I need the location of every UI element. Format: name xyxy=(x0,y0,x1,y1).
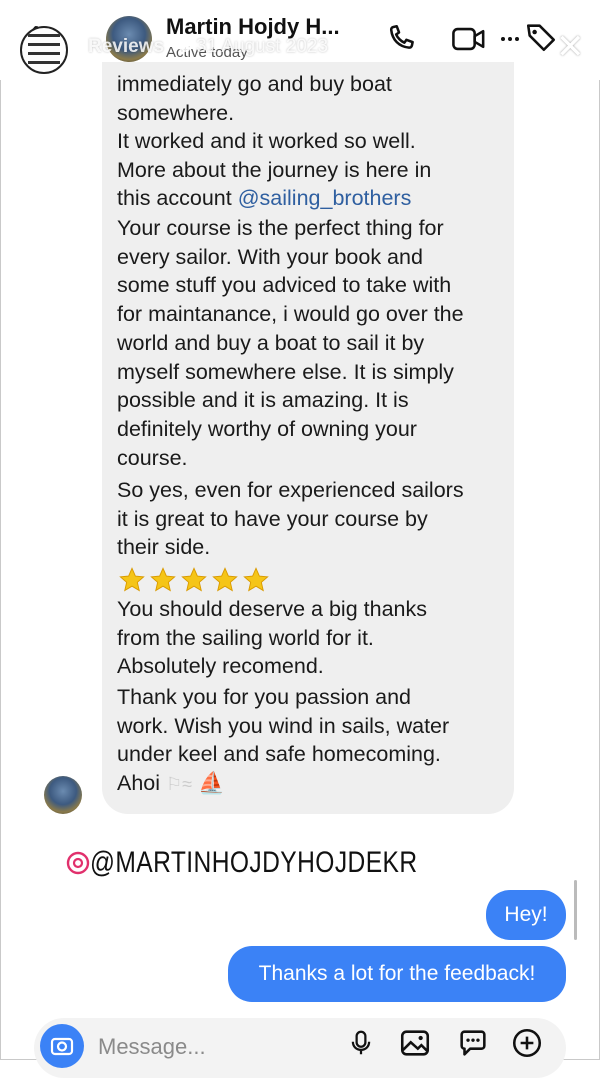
message-paragraph: immediately go and buy boat somewhere. xyxy=(117,72,392,125)
message-paragraph: It worked and it worked so well. More ab… xyxy=(117,127,507,213)
scrollbar[interactable] xyxy=(574,880,577,940)
story-date: 31 August 2023 xyxy=(196,36,329,57)
message-input[interactable] xyxy=(98,1030,318,1064)
more-icon[interactable] xyxy=(498,22,522,56)
message-paragraph: Your course is the perfect thing for eve… xyxy=(117,216,464,470)
star-icon xyxy=(243,567,269,592)
story-avatar[interactable] xyxy=(20,26,68,74)
star-icon xyxy=(212,567,238,592)
story-highlight-label: Reviews xyxy=(88,36,165,57)
mention-link[interactable]: @sailing_brothers xyxy=(238,186,412,210)
video-icon[interactable] xyxy=(450,22,488,56)
verified-icon xyxy=(178,38,192,52)
sailboat-emoji: ⛵ xyxy=(198,771,225,795)
threads-icon xyxy=(66,851,90,875)
tag-icon[interactable] xyxy=(524,20,558,54)
star-icon xyxy=(150,567,176,592)
instagram-handle: @MARTINHOJDYHOJDEKR xyxy=(90,846,418,879)
message-paragraph: Thank you for you passion and work. Wish… xyxy=(117,685,450,767)
closing-text: Ahoi xyxy=(117,771,161,795)
sail-icon: ⚐≈ xyxy=(166,774,193,794)
camera-icon xyxy=(50,1037,74,1056)
message-closing: Ahoi ⚐≈ ⛵ xyxy=(117,771,225,796)
message-paragraph: You should deserve a big thanks from the… xyxy=(117,597,427,679)
outgoing-message-bubble: Hey! xyxy=(486,890,566,940)
star-icon xyxy=(119,567,145,592)
gallery-icon[interactable] xyxy=(398,1026,432,1060)
camera-button[interactable] xyxy=(40,1024,84,1068)
outgoing-message-text: Thanks a lot for the feedback! xyxy=(258,962,536,985)
add-icon[interactable] xyxy=(510,1026,544,1060)
sender-avatar[interactable] xyxy=(44,776,82,814)
phone-icon[interactable] xyxy=(384,22,418,56)
outgoing-message-text: Hey! xyxy=(504,903,548,926)
microphone-icon[interactable] xyxy=(346,1026,376,1060)
close-icon[interactable]: ✕ xyxy=(556,30,585,64)
star-icon xyxy=(181,567,207,592)
outgoing-message-bubble: Thanks a lot for the feedback! xyxy=(228,946,566,1002)
star-rating xyxy=(117,566,272,596)
message-paragraph: So yes, even for experienced sailors it … xyxy=(117,478,464,560)
sticker-icon[interactable] xyxy=(456,1026,490,1060)
